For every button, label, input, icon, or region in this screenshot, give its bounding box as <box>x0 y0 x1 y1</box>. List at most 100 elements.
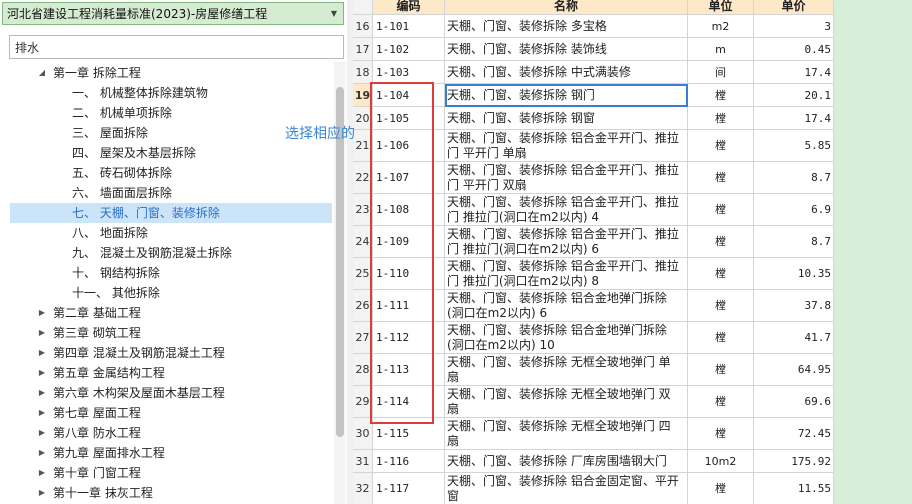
price-cell[interactable]: 6.9 <box>754 194 834 226</box>
table-row[interactable]: 16 1-101 天棚、门窗、装修拆除 多宝格 m2 3 <box>353 15 834 38</box>
price-cell[interactable]: 8.7 <box>754 162 834 194</box>
tree-section[interactable]: 九、 混凝土及钢筋混凝土拆除 <box>10 243 332 263</box>
tree-chapter[interactable]: ▶ 第九章 屋面排水工程 <box>10 443 332 463</box>
chevron-down-icon[interactable]: ▼ <box>329 9 339 18</box>
table-row[interactable]: 21 1-106 天棚、门窗、装修拆除 铝合金平开门、推拉门 平开门 单扇樘 5.85 <box>353 130 834 162</box>
unit-cell[interactable]: 樘 <box>688 418 754 450</box>
table-row[interactable]: 25 1-110 天棚、门窗、装修拆除 铝合金平开门、推拉门 推拉门(洞口在m2以内… <box>353 258 834 290</box>
table-row[interactable]: 24 1-109 天棚、门窗、装修拆除 铝合金平开门、推拉门 推拉门(洞口在m2以内… <box>353 226 834 258</box>
price-cell[interactable]: 20.1 <box>754 84 834 107</box>
unit-cell[interactable]: 樘 <box>688 107 754 130</box>
name-cell[interactable]: 天棚、门窗、装修拆除 中式满装修 <box>445 61 688 84</box>
code-cell[interactable]: 1-109 <box>373 226 445 258</box>
price-cell[interactable]: 64.95 <box>754 354 834 386</box>
code-cell[interactable]: 1-106 <box>373 130 445 162</box>
code-cell[interactable]: 1-102 <box>373 38 445 61</box>
unit-cell[interactable]: 樘 <box>688 130 754 162</box>
name-cell[interactable]: 天棚、门窗、装修拆除 钢窗 <box>445 107 688 130</box>
row-index[interactable]: 19 <box>353 84 373 107</box>
row-index[interactable]: 16 <box>353 15 373 38</box>
row-index[interactable]: 18 <box>353 61 373 84</box>
name-cell[interactable]: 天棚、门窗、装修拆除 无框全玻地弹门 四扇 <box>445 418 688 450</box>
row-index[interactable]: 32 <box>353 473 373 504</box>
price-cell[interactable]: 8.7 <box>754 226 834 258</box>
header-code[interactable]: 编码 <box>373 0 445 15</box>
name-cell[interactable]: 天棚、门窗、装修拆除 厂库房围墙钢大门 <box>445 450 688 473</box>
table-row[interactable]: 20 1-105 天棚、门窗、装修拆除 钢窗 樘 17.4 <box>353 107 834 130</box>
price-cell[interactable]: 3 <box>754 15 834 38</box>
code-cell[interactable]: 1-105 <box>373 107 445 130</box>
code-cell[interactable]: 1-115 <box>373 418 445 450</box>
header-price[interactable]: 单价 <box>754 0 834 15</box>
tree-section[interactable]: 二、 机械单项拆除 <box>10 103 332 123</box>
tree-chapter[interactable]: ▶ 第十章 门窗工程 <box>10 463 332 483</box>
unit-cell[interactable]: 间 <box>688 61 754 84</box>
caret-right-icon[interactable]: ▶ <box>36 303 48 323</box>
search-input[interactable] <box>9 35 344 59</box>
unit-cell[interactable]: 樘 <box>688 386 754 418</box>
name-cell[interactable]: 天棚、门窗、装修拆除 铝合金平开门、推拉门 平开门 单扇 <box>445 130 688 162</box>
row-index[interactable]: 24 <box>353 226 373 258</box>
unit-cell[interactable]: 10m2 <box>688 450 754 473</box>
tree-section[interactable]: 五、 砖石砌体拆除 <box>10 163 332 183</box>
unit-cell[interactable]: 樘 <box>688 473 754 504</box>
name-cell[interactable]: 天棚、门窗、装修拆除 钢门 <box>445 84 688 107</box>
row-index[interactable]: 31 <box>353 450 373 473</box>
caret-right-icon[interactable]: ▶ <box>36 323 48 343</box>
tree-chapter[interactable]: ▶ 第八章 防水工程 <box>10 423 332 443</box>
name-cell[interactable]: 天棚、门窗、装修拆除 铝合金固定窗、平开窗 <box>445 473 688 504</box>
tree-section[interactable]: 十、 钢结构拆除 <box>10 263 332 283</box>
tree-section[interactable]: 三、 屋面拆除 <box>10 123 332 143</box>
tree-section[interactable]: 六、 墙面面层拆除 <box>10 183 332 203</box>
row-index[interactable]: 26 <box>353 290 373 322</box>
code-cell[interactable]: 1-114 <box>373 386 445 418</box>
table-row[interactable]: 18 1-103 天棚、门窗、装修拆除 中式满装修 间 17.4 <box>353 61 834 84</box>
tree-section[interactable]: 八、 地面拆除 <box>10 223 332 243</box>
row-index[interactable]: 28 <box>353 354 373 386</box>
name-cell[interactable]: 天棚、门窗、装修拆除 铝合金平开门、推拉门 平开门 双扇 <box>445 162 688 194</box>
table-row[interactable]: 27 1-112 天棚、门窗、装修拆除 铝合金地弹门拆除 (洞口在m2以内) 10 樘 4… <box>353 322 834 354</box>
tree-chapter[interactable]: ◢ 第一章 拆除工程 <box>10 63 332 83</box>
tree-section[interactable]: 七、 天棚、门窗、装修拆除 <box>10 203 332 223</box>
tree-chapter[interactable]: ▶ 第三章 砌筑工程 <box>10 323 332 343</box>
table-row[interactable]: 17 1-102 天棚、门窗、装修拆除 装饰线 m 0.45 <box>353 38 834 61</box>
price-cell[interactable]: 41.7 <box>754 322 834 354</box>
tree-chapter[interactable]: ▶ 第六章 木构架及屋面木基层工程 <box>10 383 332 403</box>
name-cell[interactable]: 天棚、门窗、装修拆除 铝合金地弹门拆除 (洞口在m2以内) 10 <box>445 322 688 354</box>
code-cell[interactable]: 1-116 <box>373 450 445 473</box>
row-index[interactable]: 25 <box>353 258 373 290</box>
caret-right-icon[interactable]: ▶ <box>36 443 48 463</box>
unit-cell[interactable]: 樘 <box>688 354 754 386</box>
header-unit[interactable]: 单位 <box>688 0 754 15</box>
caret-right-icon[interactable]: ▶ <box>36 383 48 403</box>
unit-cell[interactable]: 樘 <box>688 258 754 290</box>
caret-right-icon[interactable]: ▶ <box>36 423 48 443</box>
name-cell[interactable]: 天棚、门窗、装修拆除 无框全玻地弹门 单扇 <box>445 354 688 386</box>
name-cell[interactable]: 天棚、门窗、装修拆除 铝合金平开门、推拉门 推拉门(洞口在m2以内) 4 <box>445 194 688 226</box>
code-cell[interactable]: 1-107 <box>373 162 445 194</box>
table-row[interactable]: 23 1-108 天棚、门窗、装修拆除 铝合金平开门、推拉门 推拉门(洞口在m2以内… <box>353 194 834 226</box>
unit-cell[interactable]: 樘 <box>688 290 754 322</box>
code-cell[interactable]: 1-103 <box>373 61 445 84</box>
unit-cell[interactable]: m2 <box>688 15 754 38</box>
price-cell[interactable]: 17.4 <box>754 61 834 84</box>
row-index[interactable]: 21 <box>353 130 373 162</box>
unit-cell[interactable]: 樘 <box>688 84 754 107</box>
row-index[interactable]: 27 <box>353 322 373 354</box>
name-cell[interactable]: 天棚、门窗、装修拆除 多宝格 <box>445 15 688 38</box>
name-cell[interactable]: 天棚、门窗、装修拆除 无框全玻地弹门 双扇 <box>445 386 688 418</box>
name-cell[interactable]: 天棚、门窗、装修拆除 铝合金地弹门拆除 (洞口在m2以内) 6 <box>445 290 688 322</box>
unit-cell[interactable]: 樘 <box>688 226 754 258</box>
table-row[interactable]: 31 1-116 天棚、门窗、装修拆除 厂库房围墙钢大门 10m2 175.92 <box>353 450 834 473</box>
price-cell[interactable]: 11.55 <box>754 473 834 504</box>
row-index[interactable]: 22 <box>353 162 373 194</box>
tree-chapter[interactable]: ▶ 第四章 混凝土及钢筋混凝土工程 <box>10 343 332 363</box>
price-cell[interactable]: 17.4 <box>754 107 834 130</box>
price-cell[interactable]: 175.92 <box>754 450 834 473</box>
row-index[interactable]: 20 <box>353 107 373 130</box>
caret-right-icon[interactable]: ▶ <box>36 343 48 363</box>
price-cell[interactable]: 72.45 <box>754 418 834 450</box>
caret-right-icon[interactable]: ▶ <box>36 463 48 483</box>
tree-chapter[interactable]: ▶ 第七章 屋面工程 <box>10 403 332 423</box>
unit-cell[interactable]: 樘 <box>688 162 754 194</box>
